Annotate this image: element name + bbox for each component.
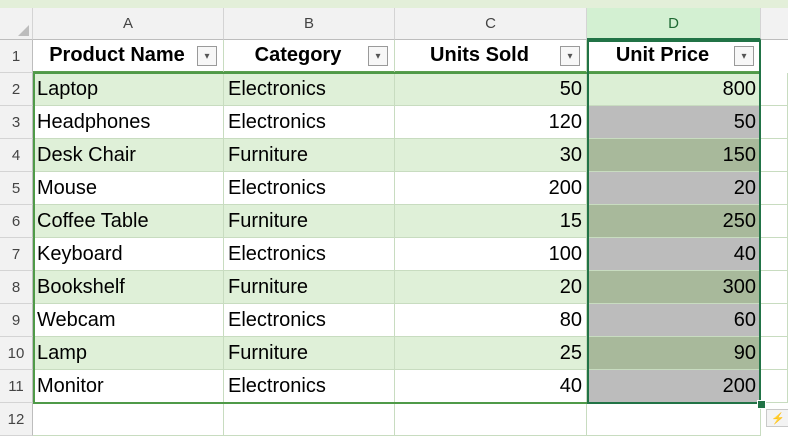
filter-dropdown-icon[interactable]: ▾ [734, 46, 754, 66]
header-label: Units Sold [430, 44, 529, 66]
table-cell[interactable]: Electronics [224, 106, 395, 139]
table-cell[interactable]: Keyboard [33, 238, 224, 271]
header-label: Category [254, 44, 342, 66]
empty-cell[interactable] [761, 337, 788, 370]
table-cell[interactable]: Furniture [224, 205, 395, 238]
table-header-cell[interactable]: Units Sold [395, 40, 587, 73]
table-cell[interactable]: Desk Chair [33, 139, 224, 172]
empty-cell[interactable] [761, 172, 788, 205]
column-header-filler [761, 8, 788, 40]
row-header-8[interactable]: 8 [0, 271, 33, 304]
filter-dropdown-icon[interactable]: ▾ [197, 46, 217, 66]
table-cell[interactable]: 40 [395, 370, 587, 403]
row-header-12[interactable]: 12 [0, 403, 33, 436]
row-header-5[interactable]: 5 [0, 172, 33, 205]
table-cell[interactable]: Mouse [33, 172, 224, 205]
row-header-1[interactable]: 1 [0, 40, 33, 73]
filter-dropdown-icon[interactable]: ▾ [560, 46, 580, 66]
table-cell[interactable]: Bookshelf [33, 271, 224, 304]
row-header-4[interactable]: 4 [0, 139, 33, 172]
table-cell[interactable]: Furniture [224, 139, 395, 172]
column-header-a[interactable]: A [33, 8, 224, 40]
table-cell[interactable]: 20 [587, 172, 761, 205]
table-cell[interactable]: 50 [587, 106, 761, 139]
table-cell[interactable]: 150 [587, 139, 761, 172]
table-cell[interactable]: Lamp [33, 337, 224, 370]
table-cell[interactable]: Laptop [33, 73, 224, 106]
spreadsheet-grid: A B C D 1 2 3 4 5 6 7 8 9 10 11 12 Product Name ▾ Category… [0, 8, 788, 436]
table-cell[interactable]: 60 [587, 304, 761, 337]
table-cell[interactable]: Monitor [33, 370, 224, 403]
table-cell[interactable]: Electronics [224, 238, 395, 271]
table-cell[interactable]: 800 [587, 73, 761, 106]
table-cell[interactable]: 50 [395, 73, 587, 106]
row-header-10[interactable]: 10 [0, 337, 33, 370]
column-header-b[interactable]: B [224, 8, 395, 40]
empty-cell[interactable] [761, 73, 788, 106]
table-cell[interactable]: 250 [587, 205, 761, 238]
header-label: Product Name [49, 44, 185, 66]
row-header-11[interactable]: 11 [0, 370, 33, 403]
table-cell[interactable]: Coffee Table [33, 205, 224, 238]
row-header-7[interactable]: 7 [0, 238, 33, 271]
select-all-corner[interactable] [0, 8, 33, 40]
empty-cell[interactable] [395, 403, 587, 436]
table-cell[interactable]: 90 [587, 337, 761, 370]
table-cell[interactable]: Electronics [224, 172, 395, 205]
row-header-2[interactable]: 2 [0, 73, 33, 106]
table-cell[interactable]: 20 [395, 271, 587, 304]
table-cell[interactable]: 30 [395, 139, 587, 172]
empty-cell[interactable] [33, 403, 224, 436]
table-cell[interactable]: 300 [587, 271, 761, 304]
filter-dropdown-icon[interactable]: ▾ [368, 46, 388, 66]
quick-analysis-icon[interactable]: ⚡ [766, 409, 788, 427]
ribbon-strip [0, 0, 788, 8]
empty-cell[interactable] [761, 370, 788, 403]
empty-cell[interactable] [587, 403, 761, 436]
empty-cell[interactable] [224, 403, 395, 436]
empty-cell[interactable] [761, 205, 788, 238]
row-header-6[interactable]: 6 [0, 205, 33, 238]
empty-cell[interactable] [761, 139, 788, 172]
row-header-3[interactable]: 3 [0, 106, 33, 139]
table-cell[interactable]: 100 [395, 238, 587, 271]
column-header-c[interactable]: C [395, 8, 587, 40]
column-header-d[interactable]: D [587, 8, 761, 40]
table-cell[interactable]: 200 [587, 370, 761, 403]
table-cell[interactable]: Webcam [33, 304, 224, 337]
empty-cell[interactable] [761, 304, 788, 337]
table-cell[interactable]: 200 [395, 172, 587, 205]
empty-cell[interactable] [761, 238, 788, 271]
header-label: Unit Price [615, 44, 710, 66]
table-cell[interactable]: 15 [395, 205, 587, 238]
table-header-cell[interactable]: Product Name [33, 40, 224, 73]
table-cell[interactable]: Furniture [224, 271, 395, 304]
table-cell[interactable]: Furniture [224, 337, 395, 370]
empty-cell[interactable] [761, 106, 788, 139]
table-cell[interactable]: Electronics [224, 370, 395, 403]
table-cell[interactable]: Electronics [224, 304, 395, 337]
table-cell[interactable]: 40 [587, 238, 761, 271]
row-header-9[interactable]: 9 [0, 304, 33, 337]
table-cell[interactable]: Electronics [224, 73, 395, 106]
table-cell[interactable]: 25 [395, 337, 587, 370]
fill-handle[interactable] [757, 400, 766, 409]
table-cell[interactable]: 120 [395, 106, 587, 139]
table-cell[interactable]: 80 [395, 304, 587, 337]
empty-cell[interactable] [761, 271, 788, 304]
table-cell[interactable]: Headphones [33, 106, 224, 139]
